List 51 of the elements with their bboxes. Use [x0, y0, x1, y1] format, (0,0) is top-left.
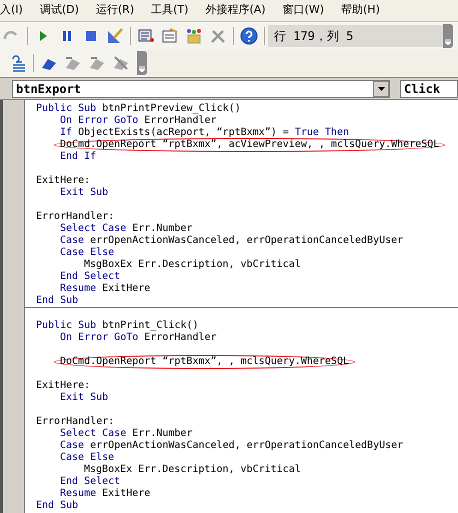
code-line: Public Sub btnPrintPreview_Click() [36, 103, 241, 114]
code-line: End If [60, 151, 96, 162]
menu-item[interactable]: 帮助(H) [341, 2, 380, 19]
code-line: Exit Sub [60, 187, 108, 198]
code-line: Public Sub btnPrint_Click() [36, 320, 199, 331]
code-line: End Sub [36, 500, 78, 511]
code-line: If ObjectExists(acReport, “rptBxmx”) = True Then [60, 127, 349, 138]
dropdown-button[interactable] [373, 80, 389, 96]
code-line: Resume ExitHere [60, 283, 150, 294]
menu-item[interactable]: 工具(T) [151, 2, 188, 19]
code-line: Exit Sub [60, 392, 108, 403]
toolbar-options-handle[interactable] [443, 24, 453, 48]
dropdown-arrow-icon [378, 86, 384, 90]
previous-bookmark-icon[interactable] [88, 54, 106, 72]
clear-bookmarks-icon[interactable] [112, 54, 130, 72]
object-combo-box[interactable]: btnExport [12, 80, 390, 98]
code-line: On Error GoTo ErrorHandler [60, 332, 217, 343]
properties-icon[interactable] [161, 26, 179, 44]
code-line: ErrorHandler: [36, 211, 114, 222]
next-bookmark-icon[interactable] [64, 54, 82, 72]
box-icon[interactable] [185, 26, 203, 44]
menu-item[interactable]: 外接程序(A) [205, 2, 266, 19]
ruler-pencil-icon[interactable] [106, 26, 124, 44]
code-line: End Sub [36, 295, 78, 306]
code-line: End Select [60, 476, 120, 487]
code-line: ExitHere: [36, 175, 90, 186]
code-line: DoCmd.OpenReport “rptBxmx”, , mclsQuery.WhereSQL [60, 356, 349, 367]
menu-item[interactable]: 运行(R) [96, 2, 134, 19]
code-line: ErrorHandler: [36, 416, 114, 427]
code-line: Case errOpenActionWasCanceled, errOperationCanceledByUser [60, 235, 404, 246]
code-line: MsgBoxEx Err.Description, vbCritical [84, 464, 301, 475]
code-line: MsgBoxEx Err.Description, vbCritical [84, 259, 301, 270]
code-line: Select Case Err.Number [60, 223, 192, 234]
code-line: Case errOpenActionWasCanceled, errOperationCanceledByUser [60, 440, 404, 451]
code-line: On Error GoTo ErrorHandler [60, 115, 217, 126]
position-field: 行 179，列 5 [268, 24, 443, 46]
toolbar-options-handle[interactable] [137, 51, 147, 75]
menu-item[interactable]: 调试(D) [40, 2, 79, 19]
project-explorer-icon[interactable] [137, 26, 155, 44]
menu-item[interactable]: 入(I) [0, 2, 23, 19]
code-line: ExitHere: [36, 380, 90, 391]
code-line: Resume ExitHere [60, 488, 150, 499]
help-icon[interactable] [240, 26, 258, 44]
code-line: Case Else [60, 452, 114, 463]
menu-item[interactable]: 窗口(W) [282, 2, 324, 19]
combo-value: btnExport [15, 80, 82, 98]
code-line: End Select [60, 271, 120, 282]
code-line: DoCmd.OpenReport “rptBxmx”, acViewPreview, , mclsQuery.WhereSQL [60, 139, 440, 150]
code-line: Case Else [60, 247, 114, 258]
code-line: Select Case Err.Number [60, 428, 192, 439]
procedure-combo-box[interactable]: Click [400, 80, 458, 98]
